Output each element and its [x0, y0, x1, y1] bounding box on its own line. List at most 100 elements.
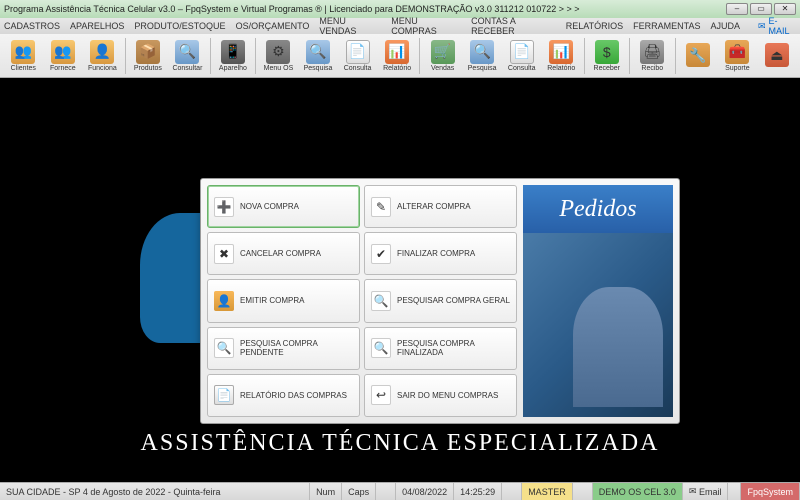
pesquisa-v-label: Pesquisa [468, 65, 497, 72]
statusbar: SUA CIDADE - SP 4 de Agosto de 2022 - Qu… [0, 482, 800, 500]
sair-menu-icon: ↩ [371, 385, 391, 405]
emitir-compra-label: EMITIR COMPRA [240, 296, 304, 305]
menu-produtoestoque[interactable]: PRODUTO/ESTOQUE [134, 21, 225, 31]
toolbar-relatorio-os[interactable]: 📊Relatório [378, 36, 417, 76]
funcionarios-icon: 👤 [90, 40, 114, 64]
dialog-title: Pedidos [523, 185, 673, 233]
toolbar-separator [210, 38, 211, 74]
relatorio-compras-icon: 📄 [214, 385, 234, 405]
recibo-label: Recibo [641, 65, 663, 72]
status-demo: DEMO OS CEL 3.0 [593, 483, 683, 500]
consultar-prod-label: Consultar [172, 65, 202, 72]
status-email[interactable]: ✉ Email [683, 483, 729, 500]
dlg-alterar-compra[interactable]: ✎ALTERAR COMPRA [364, 185, 517, 228]
menu-ajuda[interactable]: AJUDA [710, 21, 740, 31]
toolbar-suporte[interactable]: 🧰Suporte [718, 36, 757, 76]
menu-osoramento[interactable]: OS/ORÇAMENTO [236, 21, 310, 31]
toolbar-vendas[interactable]: 🛒Vendas [423, 36, 462, 76]
consultar-prod-icon: 🔍 [175, 40, 199, 64]
vendas-label: Vendas [431, 65, 454, 72]
consulta-v-label: Consulta [508, 65, 536, 72]
toolbar-pesquisa-os[interactable]: 🔍Pesquisa [299, 36, 338, 76]
toolbar-separator [629, 38, 630, 74]
menu-menuvendas[interactable]: MENU VENDAS [319, 16, 381, 36]
maximize-button[interactable]: ▭ [750, 3, 772, 15]
emitir-compra-icon: 👤 [214, 291, 234, 311]
dialog-image [523, 233, 673, 417]
pesquisa-os-icon: 🔍 [306, 40, 330, 64]
produtos-label: Produtos [134, 65, 162, 72]
suporte-icon: 🧰 [725, 40, 749, 64]
cancelar-compra-icon: ✖ [214, 244, 234, 264]
toolbar-consulta-v[interactable]: 📄Consulta [502, 36, 541, 76]
status-brand: FpqSystem [741, 483, 800, 500]
dlg-nova-compra[interactable]: ➕NOVA COMPRA [207, 185, 360, 228]
relatorio-os-icon: 📊 [385, 40, 409, 64]
aparelho-label: Aparelho [219, 65, 247, 72]
dialog-buttons-grid: ➕NOVA COMPRA✎ALTERAR COMPRA✖CANCELAR COM… [207, 185, 517, 417]
status-gap4 [728, 483, 741, 500]
ferramentas-icon: 🔧 [686, 43, 710, 67]
menu-aparelhos[interactable]: APARELHOS [70, 21, 124, 31]
vendas-icon: 🛒 [431, 40, 455, 64]
menu-os-label: Menu OS [264, 65, 294, 72]
toolbar: 👥Clientes👥Fornece👤Funciona📦Produtos🔍Cons… [0, 34, 800, 78]
consulta-os-icon: 📄 [346, 40, 370, 64]
mail-icon: ✉ [758, 21, 766, 32]
sair-menu-label: SAIR DO MENU COMPRAS [397, 391, 498, 400]
dialog-side-panel: Pedidos [523, 185, 673, 417]
toolbar-ferramentas[interactable]: 🔧 [679, 36, 718, 76]
toolbar-funcionarios[interactable]: 👤Funciona [83, 36, 122, 76]
status-num: Num [310, 483, 342, 500]
toolbar-aparelho[interactable]: 📱Aparelho [214, 36, 253, 76]
status-gap2 [502, 483, 522, 500]
toolbar-pesquisa-v[interactable]: 🔍Pesquisa [463, 36, 502, 76]
relatorio-v-icon: 📊 [549, 40, 573, 64]
dlg-cancelar-compra[interactable]: ✖CANCELAR COMPRA [207, 232, 360, 275]
window-title: Programa Assistência Técnica Celular v3.… [4, 4, 726, 14]
menu-menucompras[interactable]: MENU COMPRAS [391, 16, 461, 36]
toolbar-separator [675, 38, 676, 74]
clientes-label: Clientes [11, 65, 36, 72]
consulta-v-icon: 📄 [510, 40, 534, 64]
dlg-relatorio-compras[interactable]: 📄RELATÓRIO DAS COMPRAS [207, 374, 360, 417]
toolbar-fornecedores[interactable]: 👥Fornece [44, 36, 83, 76]
toolbar-sair[interactable]: ⏏ [758, 36, 797, 76]
close-button[interactable]: ✕ [774, 3, 796, 15]
dlg-finalizar-compra[interactable]: ✔FINALIZAR COMPRA [364, 232, 517, 275]
pesquisa-v-icon: 🔍 [470, 40, 494, 64]
dlg-pesquisa-finalizada[interactable]: 🔍PESQUISA COMPRA FINALIZADA [364, 327, 517, 370]
recibo-icon: 🖨 [640, 40, 664, 64]
relatorio-os-label: Relatório [383, 65, 411, 72]
background-text: ASSISTÊNCIA TÉCNICA ESPECIALIZADA [141, 430, 660, 457]
menu-relatrios[interactable]: RELATÓRIOS [566, 21, 623, 31]
toolbar-produtos[interactable]: 📦Produtos [129, 36, 168, 76]
toolbar-consulta-os[interactable]: 📄Consulta [338, 36, 377, 76]
window-buttons: – ▭ ✕ [726, 3, 796, 15]
pesquisar-geral-icon: 🔍 [371, 291, 391, 311]
status-user: MASTER [522, 483, 573, 500]
status-gap3 [573, 483, 593, 500]
toolbar-relatorio-v[interactable]: 📊Relatório [542, 36, 581, 76]
dlg-pesquisar-geral[interactable]: 🔍PESQUISAR COMPRA GERAL [364, 279, 517, 322]
menu-cadastros[interactable]: CADASTROS [4, 21, 60, 31]
minimize-button[interactable]: – [726, 3, 748, 15]
nova-compra-icon: ➕ [214, 197, 234, 217]
alterar-compra-icon: ✎ [371, 197, 391, 217]
produtos-icon: 📦 [136, 40, 160, 64]
funcionarios-label: Funciona [88, 65, 117, 72]
status-date: 04/08/2022 [396, 483, 454, 500]
toolbar-recibo[interactable]: 🖨Recibo [633, 36, 672, 76]
toolbar-receber[interactable]: $Receber [588, 36, 627, 76]
dlg-sair-menu[interactable]: ↩ SAIR DO MENU COMPRAS [364, 374, 517, 417]
menu-ferramentas[interactable]: FERRAMENTAS [633, 21, 700, 31]
pesquisa-finalizada-icon: 🔍 [371, 338, 391, 358]
toolbar-clientes[interactable]: 👥Clientes [4, 36, 43, 76]
toolbar-consultar-prod[interactable]: 🔍Consultar [168, 36, 207, 76]
status-gap1 [376, 483, 396, 500]
dlg-pesquisa-pendente[interactable]: 🔍PESQUISA COMPRA PENDENTE [207, 327, 360, 370]
menu-contasareceber[interactable]: CONTAS A RECEBER [471, 16, 556, 36]
dlg-emitir-compra[interactable]: 👤 EMITIR COMPRA [207, 279, 360, 322]
toolbar-menu-os[interactable]: ⚙Menu OS [259, 36, 298, 76]
menu-email[interactable]: ✉E-MAIL [758, 16, 796, 36]
